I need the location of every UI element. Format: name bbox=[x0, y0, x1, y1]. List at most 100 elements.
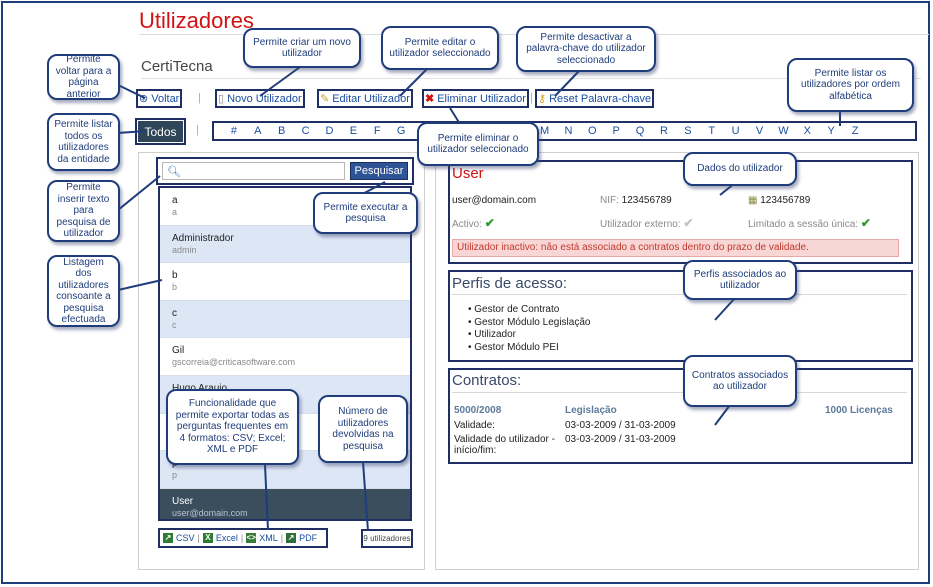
check-icon: ✔ bbox=[860, 216, 871, 230]
user-list: a a Administrador admin b b c c Gil gscorreia@cri… bbox=[158, 186, 412, 521]
export-bar: ↗ CSV | X Excel | <> XML | ↗ PDF bbox=[158, 528, 328, 548]
key-icon: ⚷ bbox=[538, 93, 547, 105]
user-list-item[interactable]: bb bbox=[160, 263, 410, 301]
check-icon: ✔ bbox=[484, 216, 495, 230]
letter-filter-hash[interactable]: # bbox=[222, 125, 246, 137]
user-list-name: Administrador bbox=[172, 232, 234, 244]
user-list-name: Gil bbox=[172, 345, 185, 357]
letter-filter-x[interactable]: X bbox=[795, 125, 819, 137]
letter-filter-a[interactable]: A bbox=[246, 125, 270, 137]
delete-icon: ✖ bbox=[425, 93, 435, 105]
reset-password-button[interactable]: ⚷ Reset Palavra-chave bbox=[534, 89, 655, 108]
edit-user-label: Editar Utilizador bbox=[332, 92, 410, 105]
check-icon: ✔ bbox=[683, 216, 694, 230]
reset-password-label: Reset Palavra-chave bbox=[549, 92, 652, 105]
xml-icon: <> bbox=[246, 533, 257, 543]
user-name: User bbox=[452, 165, 484, 182]
callout-edit: Permite editar o utilizador seleccionado bbox=[381, 26, 499, 70]
callout-back: Permite voltar para a página anterior bbox=[47, 54, 120, 100]
user-list-name: b bbox=[172, 270, 178, 282]
letter-filter-z[interactable]: Z bbox=[843, 125, 867, 137]
user-list-sub: b bbox=[172, 282, 178, 293]
letter-filter-g[interactable]: G bbox=[389, 125, 413, 137]
back-button[interactable]: ⊛ Voltar bbox=[135, 89, 183, 108]
external-label: Utilizador externo: bbox=[600, 219, 681, 230]
letter-filter-s[interactable]: S bbox=[676, 125, 700, 137]
letter-filter-q[interactable]: Q bbox=[628, 125, 652, 137]
callout-deactivate: Permite desactivar a palavra-chave do ut… bbox=[516, 26, 656, 72]
letter-filter-c[interactable]: C bbox=[294, 125, 318, 137]
callout-alphabetical: Permite listar os utilizadores por ordem… bbox=[787, 58, 914, 112]
separator: | bbox=[530, 92, 533, 104]
callout-contracts: Contratos associados ao utilizador bbox=[683, 355, 797, 407]
separator: | bbox=[198, 92, 201, 104]
callout-profiles: Perfis associados ao utilizador bbox=[683, 260, 797, 300]
back-icon: ⊛ bbox=[139, 93, 149, 105]
nif-value: 123456789 bbox=[621, 195, 672, 206]
letter-filter-d[interactable]: D bbox=[318, 125, 342, 137]
divider bbox=[452, 294, 907, 295]
active-label: Activo: bbox=[452, 219, 483, 230]
user-list-sub: admin bbox=[172, 244, 197, 255]
callout-count: Número de utilizadores devolvidas na pes… bbox=[318, 395, 408, 463]
export-csv-link[interactable]: CSV bbox=[176, 533, 195, 543]
edit-user-button[interactable]: ✎ Editar Utilizador bbox=[317, 89, 413, 108]
letter-filter-y[interactable]: Y bbox=[819, 125, 843, 137]
export-pdf-link[interactable]: PDF bbox=[299, 533, 317, 543]
search-button[interactable]: Pesquisar bbox=[350, 162, 408, 180]
contract-module: Legislação bbox=[565, 405, 617, 416]
profiles-title: Perfis de acesso: bbox=[452, 275, 568, 292]
callout-export: Funcionalidade que permite exportar toda… bbox=[166, 389, 299, 465]
letter-filter-o[interactable]: O bbox=[580, 125, 604, 137]
callout-search-exec: Permite executar a pesquisa bbox=[313, 192, 418, 234]
user-validity-value: 03-03-2009 / 31-03-2009 bbox=[565, 434, 676, 445]
all-filter-button[interactable]: Todos bbox=[135, 118, 186, 145]
contract-number[interactable]: 5000/2008 bbox=[454, 405, 501, 416]
user-list-sub: p bbox=[172, 470, 178, 481]
search-icon: 🔍︎ bbox=[167, 165, 181, 178]
export-xml-link[interactable]: XML bbox=[259, 533, 278, 543]
search-input[interactable]: 🔍︎ bbox=[162, 162, 345, 180]
new-user-button[interactable]: ▯ Novo Utilizador bbox=[215, 89, 305, 108]
letter-filter-e[interactable]: E bbox=[341, 125, 365, 137]
company-name: CertiTecna bbox=[141, 58, 213, 75]
letter-filter-t[interactable]: T bbox=[700, 125, 724, 137]
delete-user-button[interactable]: ✖ Eliminar Utilizador bbox=[422, 89, 529, 108]
alphabet-filter: #ABCDEFGHIJKLMNOPQRSTUVWXYZ bbox=[212, 121, 917, 141]
profile-item: • Gestor Módulo PEI bbox=[468, 341, 559, 353]
user-list-sub: user@domain.com bbox=[172, 507, 248, 518]
contract-licenses: 1000 Licenças bbox=[825, 405, 893, 416]
divider bbox=[452, 392, 907, 393]
letter-filter-w[interactable]: W bbox=[771, 125, 795, 137]
back-label: Voltar bbox=[151, 92, 180, 105]
letter-filter-n[interactable]: N bbox=[556, 125, 580, 137]
external-field: Utilizador externo: ✔ bbox=[600, 216, 693, 230]
letter-filter-r[interactable]: R bbox=[652, 125, 676, 137]
new-user-label: Novo Utilizador bbox=[227, 92, 302, 105]
result-count: 9 utilizadores bbox=[361, 529, 413, 548]
callout-user-data: Dados do utilizador bbox=[683, 152, 797, 186]
letter-filter-b[interactable]: B bbox=[270, 125, 294, 137]
user-validity-label: Validade do utilizador - início/fim: bbox=[454, 434, 555, 456]
letter-filter-p[interactable]: P bbox=[604, 125, 628, 137]
callout-search-text: Permite inserir texto para pesquisa de u… bbox=[47, 180, 120, 242]
user-list-sub: gscorreia@criticasoftware.com bbox=[172, 357, 296, 368]
callout-new-user: Permite criar um novo utilizador bbox=[243, 28, 361, 68]
letter-filter-v[interactable]: V bbox=[748, 125, 772, 137]
active-field: Activo: ✔ bbox=[452, 216, 495, 230]
user-list-item[interactable]: Gil gscorreia@criticasoftware.com bbox=[160, 338, 410, 376]
profile-item: • Gestor de Contrato bbox=[468, 304, 560, 315]
pdf-icon: ↗ bbox=[286, 533, 297, 543]
csv-icon: ↗ bbox=[163, 533, 173, 543]
callout-all: Permite listar todos os utilizadores da … bbox=[47, 113, 120, 171]
inactive-warning: Utilizador inactivo: não está associado … bbox=[452, 239, 899, 257]
contracts-title: Contratos: bbox=[452, 372, 522, 389]
letter-filter-u[interactable]: U bbox=[724, 125, 748, 137]
user-list-item[interactable]: User user@domain.com bbox=[160, 488, 410, 519]
validity-label: Validade: bbox=[454, 420, 495, 431]
profiles-list: • Gestor de Contrato • Gestor Módulo Leg… bbox=[468, 304, 590, 354]
letter-filter-f[interactable]: F bbox=[365, 125, 389, 137]
export-excel-link[interactable]: Excel bbox=[216, 533, 238, 543]
page-title: Utilizadores bbox=[139, 8, 254, 33]
user-list-item[interactable]: cc bbox=[160, 300, 410, 339]
